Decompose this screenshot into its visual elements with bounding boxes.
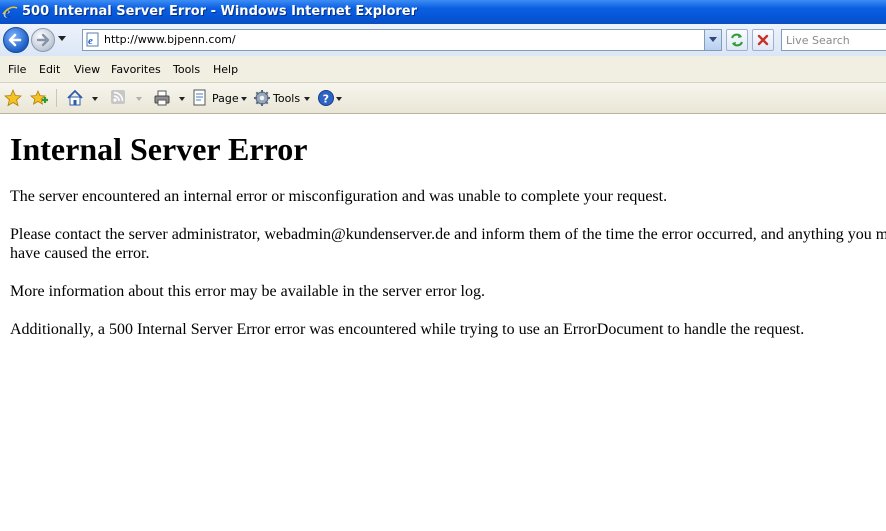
internet-explorer-icon: e [2,3,18,21]
menu-bar: File Edit View Favorites Tools Help [0,56,886,83]
chevron-down-icon [709,37,717,42]
live-search-input[interactable]: Live Search [781,29,886,51]
menu-help[interactable]: Help [213,63,238,76]
add-favorites-icon[interactable] [30,89,48,107]
page-menu-icon[interactable] [192,89,208,107]
contact-admin-text: Please contact the server administrator,… [10,226,886,243]
help-dropdown-icon[interactable] [336,97,342,101]
print-dropdown-icon[interactable] [179,97,185,101]
tools-gear-icon[interactable] [253,89,271,107]
menu-edit[interactable]: Edit [39,63,60,76]
contact-admin-text-continued: have caused the error. [10,245,150,262]
home-dropdown-icon[interactable] [92,97,98,101]
command-bar: Page Tools ? [0,83,886,114]
address-dropdown-button[interactable] [704,30,721,50]
svg-text:?: ? [323,92,329,105]
feeds-dropdown-icon [136,97,142,101]
menu-file[interactable]: File [8,63,26,76]
toolbar-separator [56,89,57,107]
recent-pages-dropdown-icon[interactable] [58,36,66,42]
error-heading: Internal Server Error [10,131,308,167]
navigation-bar: e http://www.bjpenn.com/ Live Search [0,24,886,56]
errordocument-note: Additionally, a 500 Internal Server Erro… [10,321,805,338]
svg-text:e: e [88,35,93,47]
back-arrow-icon [8,33,22,47]
refresh-button[interactable] [726,29,748,51]
forward-button[interactable] [31,28,55,52]
error-description: The server encountered an internal error… [10,188,668,205]
refresh-icon [731,33,743,47]
forward-arrow-icon [36,33,50,47]
address-url[interactable]: http://www.bjpenn.com/ [104,33,236,46]
favorites-star-icon[interactable] [4,89,22,107]
title-bar: e 500 Internal Server Error - Windows In… [0,0,886,24]
tools-menu-label[interactable]: Tools [273,92,300,105]
feeds-icon[interactable] [110,89,126,105]
home-icon[interactable] [66,89,84,107]
stop-button[interactable] [752,29,774,51]
page-menu-label[interactable]: Page [212,92,239,105]
page-content: Internal Server Error The server encount… [0,114,886,531]
address-bar[interactable]: e http://www.bjpenn.com/ [82,29,722,51]
stop-icon [757,34,769,46]
search-placeholder: Live Search [786,34,850,47]
page-icon: e [86,32,99,47]
window-title: 500 Internal Server Error - Windows Inte… [22,4,418,19]
menu-tools[interactable]: Tools [173,63,200,76]
tools-dropdown-icon[interactable] [304,97,310,101]
back-button[interactable] [3,27,29,53]
menu-favorites[interactable]: Favorites [111,63,161,76]
help-icon[interactable]: ? [317,89,335,107]
print-icon[interactable] [153,89,171,107]
page-dropdown-icon[interactable] [241,97,247,101]
menu-view[interactable]: View [74,63,100,76]
error-log-note: More information about this error may be… [10,283,485,300]
